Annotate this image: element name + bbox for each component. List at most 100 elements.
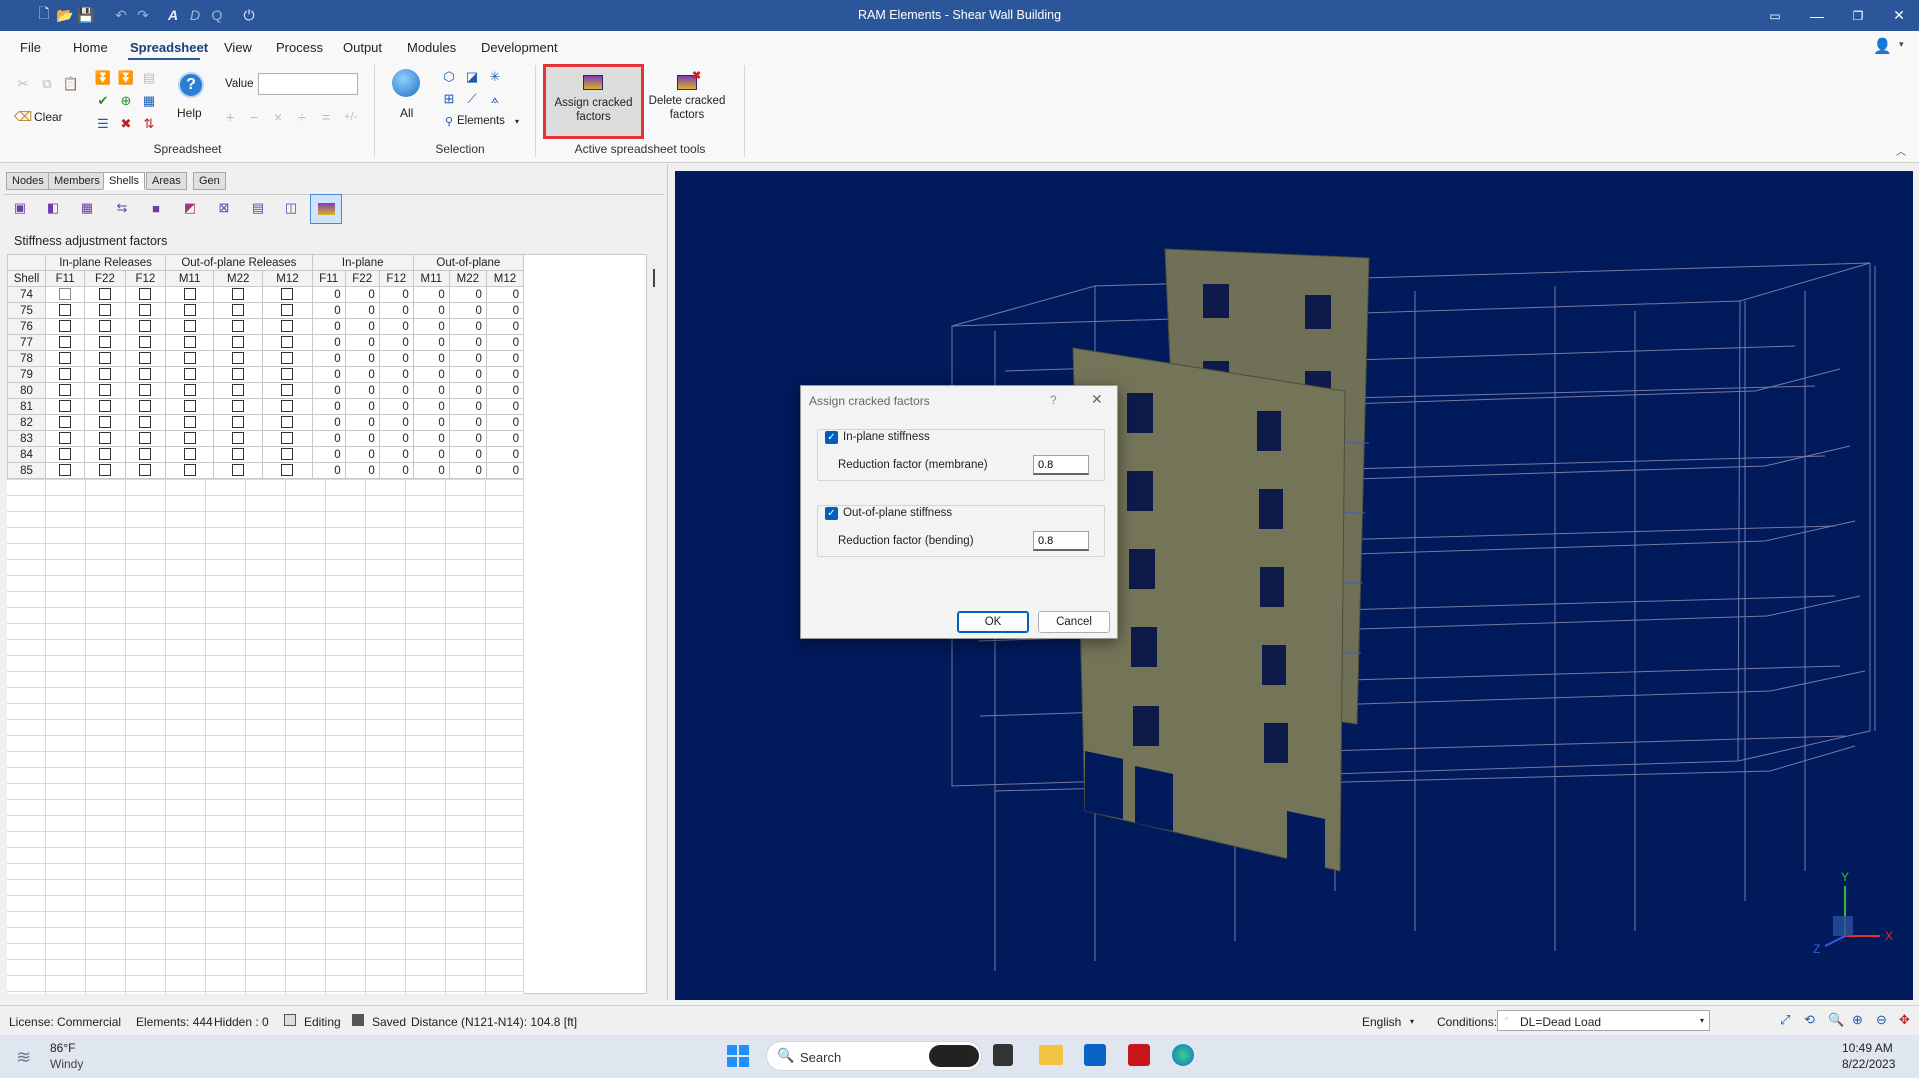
release-checkbox[interactable]: [183, 288, 196, 301]
grid-scroll-thumb[interactable]: [653, 269, 655, 287]
tab-shells[interactable]: Shells: [103, 172, 145, 190]
factor-cell[interactable]: 0: [311, 462, 346, 479]
select-nodes-icon[interactable]: ⬡: [440, 68, 458, 86]
release-cell[interactable]: [262, 382, 313, 399]
release-cell[interactable]: [84, 382, 126, 399]
factor-cell[interactable]: 0: [378, 334, 414, 351]
factor-cell[interactable]: 0: [448, 302, 487, 319]
zoom-extents-icon[interactable]: ✥: [1899, 1012, 1910, 1028]
divide-op-button[interactable]: ÷: [298, 109, 306, 125]
factor-cell[interactable]: 0: [448, 398, 487, 415]
release-cell[interactable]: [124, 334, 167, 351]
release-checkbox[interactable]: [183, 336, 196, 349]
shell-id[interactable]: 82: [7, 414, 46, 431]
release-checkbox[interactable]: [59, 432, 72, 445]
release-checkbox[interactable]: [59, 352, 72, 365]
factor-cell[interactable]: 0: [448, 382, 487, 399]
bending-factor-input[interactable]: [1033, 531, 1089, 551]
column-header[interactable]: F12: [124, 270, 167, 287]
release-cell[interactable]: [262, 350, 313, 367]
factor-cell[interactable]: 0: [344, 318, 380, 335]
table-row[interactable]: 75 0 0 0 0 0 0: [7, 302, 525, 319]
factor-cell[interactable]: 0: [344, 366, 380, 383]
clock-date[interactable]: 8/22/2023: [1842, 1057, 1895, 1071]
release-cell[interactable]: [165, 366, 215, 383]
factor-cell[interactable]: 0: [485, 414, 525, 431]
select-region-icon[interactable]: ⟑: [486, 90, 504, 108]
factor-cell[interactable]: 0: [344, 334, 380, 351]
fill-all-icon[interactable]: ⏬: [117, 69, 135, 87]
release-cell[interactable]: [44, 462, 86, 479]
select-all-button[interactable]: All: [400, 106, 413, 120]
table-row[interactable]: 81 0 0 0 0 0 0: [7, 398, 525, 415]
column-header[interactable]: M22: [448, 270, 487, 287]
release-cell[interactable]: [213, 286, 264, 303]
factor-cell[interactable]: 0: [448, 318, 487, 335]
dialog-close-button[interactable]: ✕: [1091, 391, 1103, 408]
release-checkbox[interactable]: [139, 448, 152, 461]
release-cell[interactable]: [165, 430, 215, 447]
factor-cell[interactable]: 0: [485, 462, 525, 479]
column-header[interactable]: M22: [213, 270, 264, 287]
file-explorer-icon[interactable]: [1039, 1045, 1063, 1065]
release-cell[interactable]: [262, 286, 313, 303]
view-rotate-icon[interactable]: ⟲: [1804, 1012, 1815, 1028]
restore-button[interactable]: ❐: [1838, 0, 1878, 31]
release-cell[interactable]: [84, 302, 126, 319]
shell-id[interactable]: 83: [7, 430, 46, 447]
user-account-icon[interactable]: 👤: [1873, 37, 1895, 57]
select-line-icon[interactable]: ⟋: [463, 90, 481, 108]
stiffness-factors-tool[interactable]: [310, 194, 342, 224]
shell-id[interactable]: 75: [7, 302, 46, 319]
shell-tool-7-icon[interactable]: ⊠: [215, 199, 233, 217]
factor-cell[interactable]: 0: [448, 462, 487, 479]
factor-cell[interactable]: 0: [311, 430, 346, 447]
add-row-icon[interactable]: ⊕: [117, 92, 135, 110]
release-cell[interactable]: [165, 446, 215, 463]
fill-down-icon[interactable]: ⏬: [94, 69, 112, 87]
release-checkbox[interactable]: [139, 432, 152, 445]
release-cell[interactable]: [84, 318, 126, 335]
release-checkbox[interactable]: [232, 448, 245, 461]
release-checkbox[interactable]: [139, 384, 152, 397]
release-cell[interactable]: [44, 286, 86, 303]
release-checkbox[interactable]: [232, 336, 245, 349]
elements-dropdown-icon[interactable]: ▾: [515, 117, 519, 126]
release-cell[interactable]: [44, 318, 86, 335]
release-checkbox[interactable]: [98, 432, 111, 445]
clock-time[interactable]: 10:49 AM: [1842, 1041, 1893, 1055]
factor-cell[interactable]: 0: [412, 350, 450, 367]
release-checkbox[interactable]: [98, 304, 111, 317]
release-cell[interactable]: [165, 462, 215, 479]
language-selector[interactable]: English: [1362, 1015, 1401, 1029]
column-header[interactable]: M11: [412, 270, 450, 287]
release-checkbox[interactable]: [281, 384, 294, 397]
release-cell[interactable]: [213, 318, 264, 335]
weather-icon[interactable]: ≋: [16, 1047, 31, 1068]
shell-tool-5-icon[interactable]: ■: [147, 199, 165, 217]
factor-cell[interactable]: 0: [378, 430, 414, 447]
release-checkbox[interactable]: [281, 320, 294, 333]
table-row[interactable]: 80 0 0 0 0 0 0: [7, 382, 525, 399]
factor-cell[interactable]: 0: [448, 350, 487, 367]
column-header[interactable]: F12: [378, 270, 414, 287]
value-input[interactable]: [258, 73, 358, 95]
release-cell[interactable]: [124, 446, 167, 463]
column-header[interactable]: F11: [44, 270, 86, 287]
release-checkbox[interactable]: [232, 400, 245, 413]
shell-tool-1-icon[interactable]: ▣: [11, 199, 29, 217]
release-checkbox[interactable]: [281, 448, 294, 461]
release-cell[interactable]: [165, 334, 215, 351]
shell-id[interactable]: 77: [7, 334, 46, 351]
release-cell[interactable]: [213, 462, 264, 479]
ok-button[interactable]: OK: [957, 611, 1029, 633]
release-checkbox[interactable]: [98, 352, 111, 365]
release-checkbox[interactable]: [98, 416, 111, 429]
factor-cell[interactable]: 0: [485, 334, 525, 351]
minimize-button[interactable]: —: [1797, 0, 1837, 31]
dialog-help-button[interactable]: ?: [1050, 393, 1057, 407]
factor-cell[interactable]: 0: [378, 350, 414, 367]
shell-id[interactable]: 78: [7, 350, 46, 367]
sort-icon[interactable]: ⇅: [140, 115, 158, 133]
factor-cell[interactable]: 0: [344, 430, 380, 447]
